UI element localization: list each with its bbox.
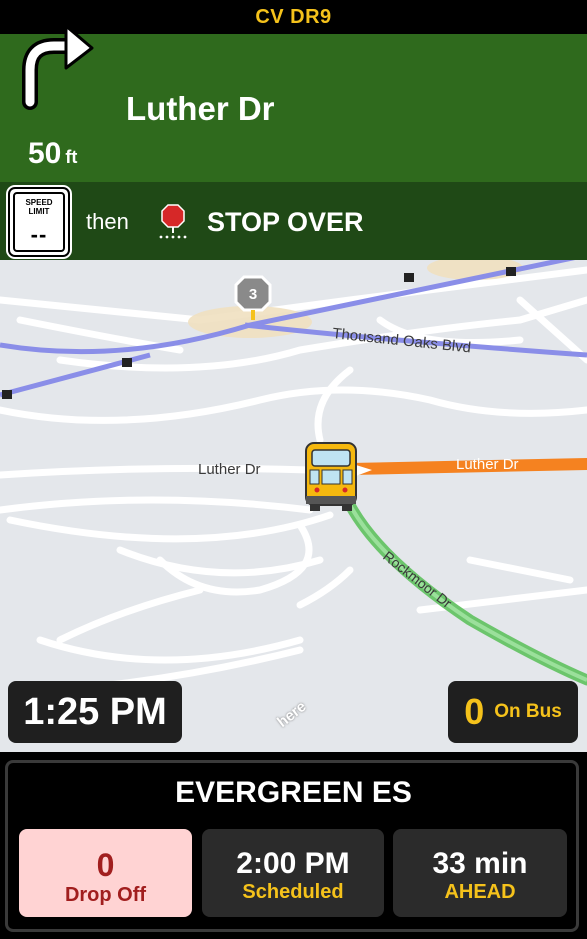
on-bus-panel[interactable]: 0 On Bus — [448, 681, 578, 743]
maneuver-distance: 50 ft — [28, 137, 77, 171]
stop-sign-marker-icon — [159, 204, 187, 239]
current-time: 1:25 PM — [23, 690, 167, 733]
on-bus-label: On Bus — [494, 701, 562, 722]
map-view[interactable]: 3 Thousand Oaks Blvd Luther Dr Luther Dr… — [0, 260, 587, 752]
route-name: CV DR9 — [255, 5, 332, 28]
ahead-value: 33 min — [432, 847, 528, 880]
navigation-screen: CV DR9 50 ft Luther Dr SPEED LIMIT -- the… — [0, 0, 587, 939]
destination-name: EVERGREEN ES — [175, 776, 412, 809]
schedule-status-card: 33 min AHEAD — [393, 829, 567, 917]
stop-marker-number: 3 — [249, 286, 257, 303]
map-street-label: Luther Dr — [198, 461, 261, 478]
speed-limit-label: SPEED LIMIT — [25, 198, 53, 216]
speed-limit-value: -- — [30, 222, 48, 247]
distance-unit: ft — [65, 147, 78, 167]
maneuver-street: Luther Dr — [126, 90, 275, 127]
ahead-label: AHEAD — [444, 881, 516, 903]
turn-right-arrow-icon — [22, 24, 94, 110]
school-bus-icon — [305, 442, 372, 511]
drop-off-label: Drop Off — [64, 884, 147, 906]
drop-off-count: 0 — [96, 847, 115, 883]
then-label: then — [86, 209, 129, 234]
scheduled-card: 2:00 PM Scheduled — [202, 829, 384, 917]
next-stop-label: STOP OVER — [207, 207, 364, 237]
current-time-panel: 1:25 PM — [8, 681, 182, 743]
on-bus-count: 0 — [464, 691, 485, 732]
drop-off-card[interactable]: 0 Drop Off — [19, 829, 192, 917]
speed-limit-sign: SPEED LIMIT -- — [8, 187, 70, 257]
map-street-label: Rockmoor Dr — [380, 548, 455, 612]
scheduled-time: 2:00 PM — [236, 847, 350, 880]
map-street-label: Luther Dr — [456, 456, 519, 473]
distance-value: 50 — [28, 137, 62, 170]
scheduled-label: Scheduled — [242, 881, 344, 903]
